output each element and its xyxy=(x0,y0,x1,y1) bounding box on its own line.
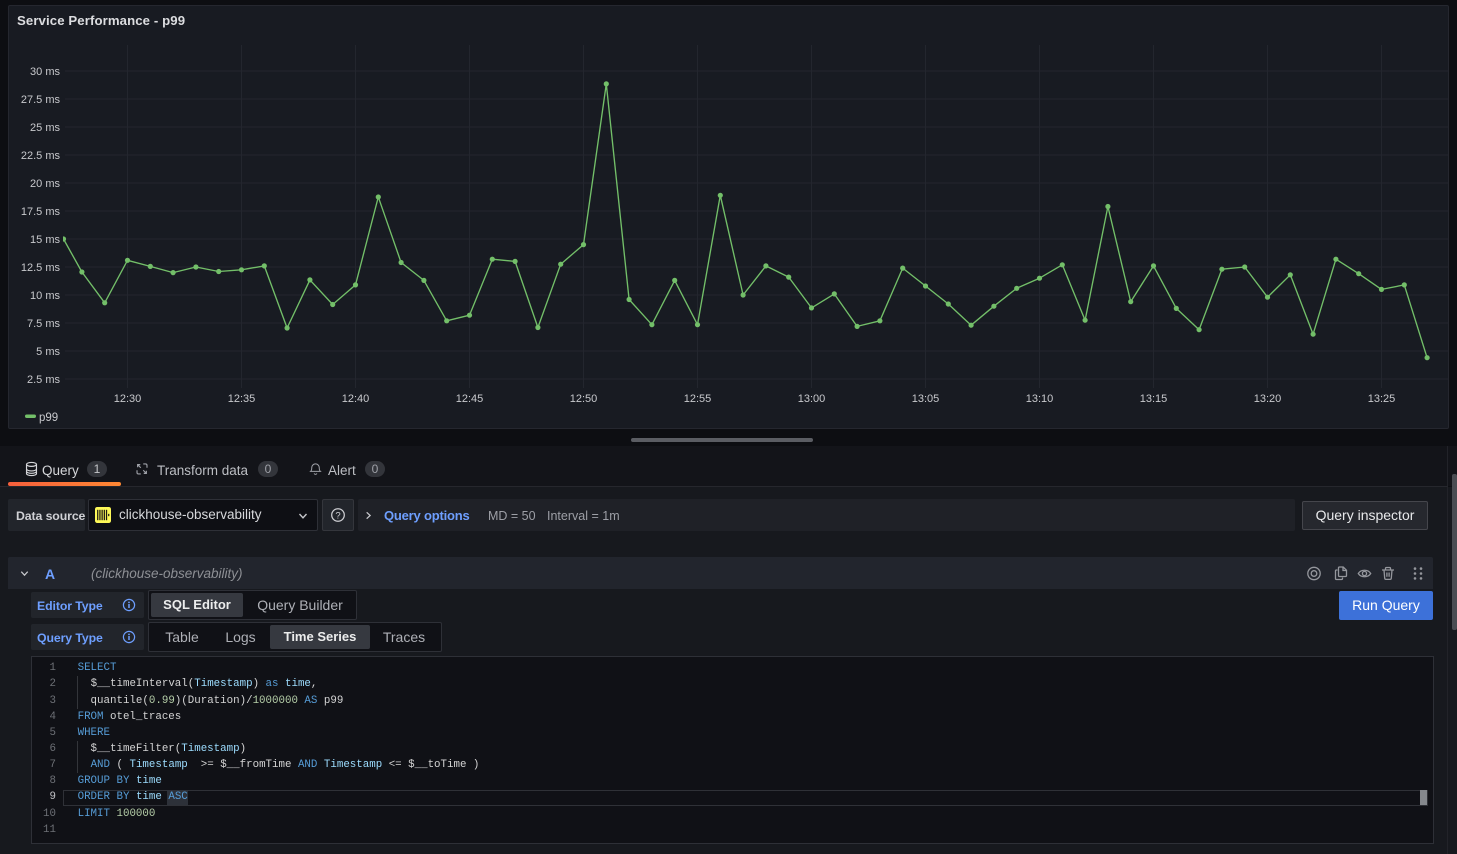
svg-text:30 ms: 30 ms xyxy=(30,66,60,78)
svg-text:20 ms: 20 ms xyxy=(30,178,60,190)
svg-text:13:10: 13:10 xyxy=(1026,393,1054,405)
svg-text:27.5 ms: 27.5 ms xyxy=(21,94,61,106)
svg-text:5 ms: 5 ms xyxy=(36,346,60,358)
svg-text:10 ms: 10 ms xyxy=(30,290,60,302)
svg-text:15 ms: 15 ms xyxy=(30,234,60,246)
svg-text:13:15: 13:15 xyxy=(1140,393,1168,405)
svg-text:17.5 ms: 17.5 ms xyxy=(21,206,61,218)
svg-text:13:25: 13:25 xyxy=(1368,393,1396,405)
svg-text:22.5 ms: 22.5 ms xyxy=(21,150,61,162)
svg-text:2.5 ms: 2.5 ms xyxy=(27,374,61,386)
svg-text:12:35: 12:35 xyxy=(228,393,256,405)
svg-text:7.5 ms: 7.5 ms xyxy=(27,318,61,330)
svg-text:12:50: 12:50 xyxy=(570,393,598,405)
svg-text:?: ? xyxy=(335,510,340,521)
svg-text:12.5 ms: 12.5 ms xyxy=(21,262,61,274)
svg-text:12:30: 12:30 xyxy=(114,393,142,405)
svg-text:p99: p99 xyxy=(39,412,58,424)
svg-text:13:05: 13:05 xyxy=(912,393,940,405)
svg-text:25 ms: 25 ms xyxy=(30,122,60,134)
svg-text:13:20: 13:20 xyxy=(1254,393,1282,405)
svg-text:12:55: 12:55 xyxy=(684,393,712,405)
svg-text:13:00: 13:00 xyxy=(798,393,826,405)
svg-text:12:40: 12:40 xyxy=(342,393,370,405)
svg-text:12:45: 12:45 xyxy=(456,393,484,405)
